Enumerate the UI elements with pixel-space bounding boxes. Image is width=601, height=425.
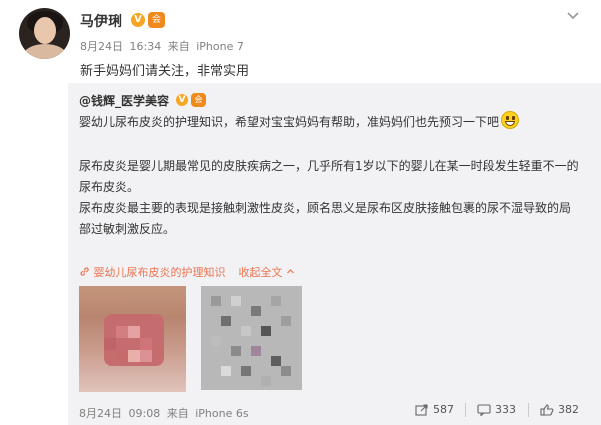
retweet-vip-badge-icon: 会 — [191, 93, 206, 107]
like-count: 382 — [558, 403, 579, 416]
post-image-1[interactable] — [79, 286, 186, 392]
post-time[interactable]: 16:34 — [130, 40, 162, 53]
grinning-emoji-icon — [501, 111, 519, 129]
retweet-date[interactable]: 8月24日 — [79, 407, 122, 420]
post-image-2[interactable] — [201, 286, 302, 390]
collapse-button[interactable]: 收起全文 — [239, 266, 283, 279]
retweet-time[interactable]: 09:08 — [129, 407, 161, 420]
retweet-text-line: 婴幼儿尿布皮炎的护理知识，希望对宝宝妈妈有帮助，准妈妈们也先预习一下吧 — [79, 115, 500, 129]
avatar-face — [34, 17, 56, 44]
post-meta: 8月24日 16:34 来自 iPhone 7 — [80, 38, 247, 54]
article-link-row: 婴幼儿尿布皮炎的护理知识 收起全文 — [79, 264, 295, 280]
like-button[interactable]: 382 — [540, 403, 579, 416]
retweet-text-line: 部过敏刺激反应。 — [79, 222, 176, 236]
comment-count: 333 — [495, 403, 516, 416]
retweet-source-prefix: 来自 — [166, 407, 189, 420]
retweet-text-line: 尿布皮炎。 — [79, 180, 140, 194]
verified-badge-icon: V — [131, 13, 145, 27]
forward-icon — [415, 404, 429, 416]
divider — [528, 403, 529, 417]
link-icon — [79, 266, 94, 279]
post-source-prefix: 来自 — [167, 40, 190, 53]
forward-button[interactable]: 587 — [415, 403, 454, 416]
article-link[interactable]: 婴幼儿尿布皮炎的护理知识 — [94, 266, 226, 279]
retweet-text-line: 尿布皮炎最主要的表现是接触刺激性皮炎，顾名思义是尿布区皮肤接触包裹的尿不湿导致的… — [79, 201, 572, 215]
thumbs-up-icon — [540, 404, 554, 416]
post-source[interactable]: iPhone 7 — [196, 40, 244, 53]
author-name[interactable]: 马伊琍 — [80, 11, 122, 31]
post-text: 新手妈妈们请关注，非常实用 — [80, 64, 250, 79]
vip-badge-icon: 会 — [148, 12, 165, 28]
chevron-up-icon[interactable] — [286, 266, 295, 279]
forward-count: 587 — [433, 403, 454, 416]
comment-icon — [477, 404, 491, 417]
retweet-meta: 8月24日 09:08 来自 iPhone 6s — [79, 405, 252, 421]
divider — [465, 403, 466, 417]
post-date[interactable]: 8月24日 — [80, 40, 123, 53]
author-avatar[interactable] — [19, 8, 70, 59]
chevron-down-icon[interactable] — [566, 8, 580, 22]
retweet-verified-badge-icon: V — [176, 94, 188, 106]
retweet-author[interactable]: @钱辉_医学美容 — [79, 92, 169, 109]
avatar-shoulder — [23, 44, 67, 59]
retweet-text-line: 尿布皮炎是婴儿期最常见的皮肤疾病之一，几乎所有1岁以下的婴儿在某一时段发生轻重不… — [79, 159, 579, 173]
comment-button[interactable]: 333 — [477, 403, 516, 417]
retweet-source[interactable]: iPhone 6s — [195, 407, 248, 420]
